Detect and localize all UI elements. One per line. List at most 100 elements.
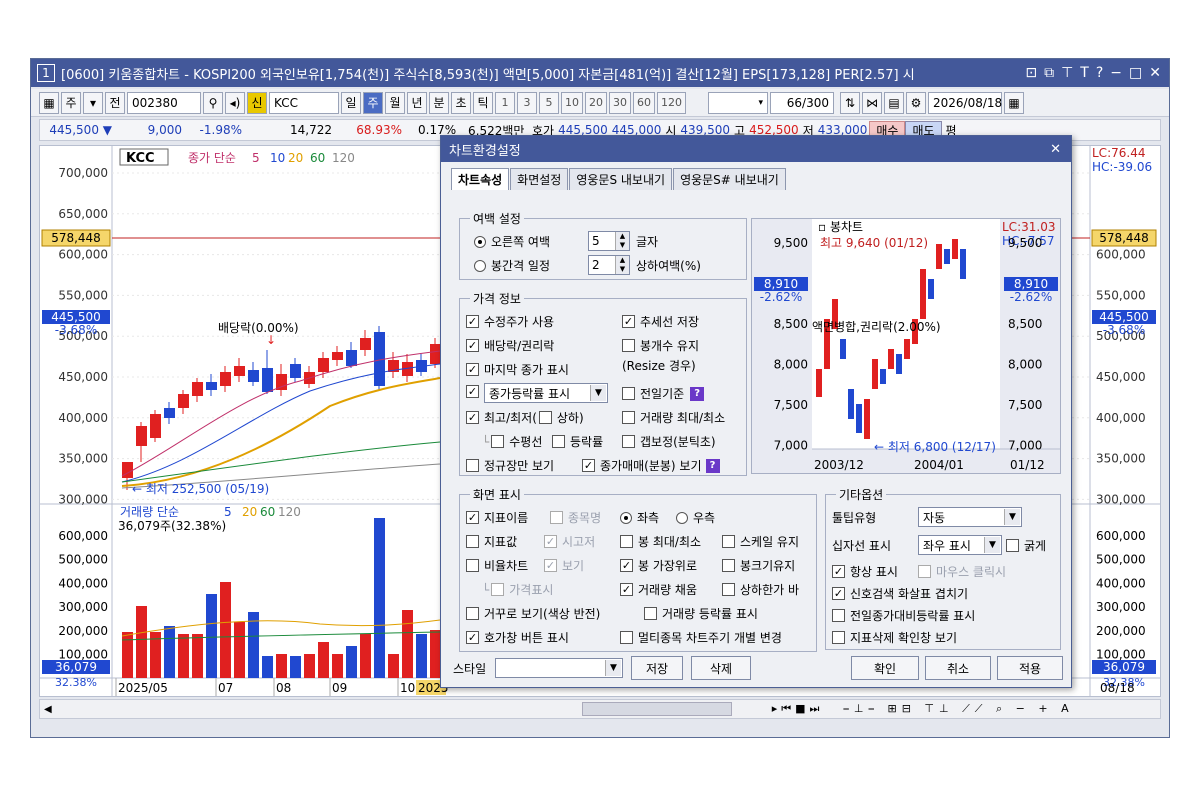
vol-max-checkbox[interactable]: 거래량 최대/최소 bbox=[622, 409, 725, 426]
apply-button[interactable]: 적용 bbox=[997, 656, 1063, 680]
limit-bar-checkbox[interactable]: 상하한가 바 bbox=[722, 581, 799, 598]
market-select[interactable]: 주 bbox=[61, 91, 81, 114]
checkbox-icon[interactable] bbox=[491, 583, 505, 596]
checkbox-icon[interactable] bbox=[622, 435, 635, 448]
minimize-icon[interactable]: − bbox=[1110, 65, 1122, 81]
left-radio[interactable]: 좌측 bbox=[620, 509, 659, 526]
scroll-left-icon[interactable]: ◀ bbox=[44, 704, 52, 715]
vol-fill-checkbox[interactable]: ✓ 거래량 채움 bbox=[620, 581, 697, 598]
checkbox-checked-icon[interactable]: ✓ bbox=[622, 315, 635, 328]
adj-price-checkbox[interactable]: ✓ 수정주가 사용 bbox=[466, 313, 554, 330]
multi-checkbox[interactable]: 멀티종목 차트주기 개별 변경 bbox=[620, 629, 782, 646]
zoom-controls[interactable]: ⎯⊥⎯ ⊞⊟ ⊤⊥ ⟋⟋ ⌕ − + A bbox=[843, 702, 1073, 716]
del-confirm-checkbox[interactable]: 지표삭제 확인창 보기 bbox=[832, 629, 957, 646]
spinner-arrows-icon[interactable]: ▲ ▼ bbox=[615, 232, 629, 250]
radio-on-icon[interactable] bbox=[474, 235, 486, 248]
checkbox-checked-icon[interactable]: ✓ bbox=[466, 315, 479, 328]
margin-right-spinner[interactable]: 5 ▲ ▼ bbox=[588, 231, 630, 251]
period-tick[interactable]: 틱 bbox=[473, 91, 493, 114]
chevron-down-icon[interactable]: ▼ bbox=[590, 385, 606, 401]
period-week[interactable]: 주 bbox=[363, 91, 383, 114]
chevron-down-icon[interactable]: ▾ bbox=[83, 91, 103, 114]
checkbox-checked-icon[interactable]: ✓ bbox=[466, 411, 479, 424]
view-checkbox[interactable]: ✓ 보기 bbox=[544, 557, 584, 574]
horizontal-checkbox[interactable]: └ 수평선 bbox=[482, 433, 542, 450]
always-checkbox[interactable]: ✓ 항상 표시 bbox=[832, 563, 898, 580]
checkbox-icon[interactable] bbox=[832, 609, 845, 622]
title-bar[interactable]: 1 [0600] 키움종합차트 - KOSPI200 외국인보유[1,754(천… bbox=[31, 59, 1169, 87]
keep-count-checkbox[interactable]: 봉개수 유지 bbox=[622, 337, 699, 354]
checkbox-icon[interactable] bbox=[466, 559, 479, 572]
margin-right-option[interactable]: 오른쪽 여백 bbox=[474, 233, 550, 250]
gear-icon[interactable]: ⚙ bbox=[906, 91, 926, 114]
calendar-icon[interactable]: ▦ bbox=[1004, 91, 1024, 114]
new-button[interactable]: 신 bbox=[247, 91, 267, 114]
interval-5[interactable]: 5 bbox=[539, 91, 559, 114]
reverse-checkbox[interactable]: 거꾸로 보기(색상 반전) bbox=[466, 605, 600, 622]
crosshair-select[interactable]: 좌우 표시 ▼ bbox=[918, 535, 1002, 555]
radio-on-icon[interactable] bbox=[620, 511, 632, 524]
close-icon[interactable]: ✕ bbox=[1050, 142, 1061, 157]
ind-value-checkbox[interactable]: 지표값 bbox=[466, 533, 517, 550]
tab-export-s-sharp[interactable]: 영웅문S# 내보내기 bbox=[673, 168, 786, 190]
regular-checkbox[interactable]: 정규장만 보기 bbox=[466, 457, 554, 474]
layout-icon[interactable]: ⊡ bbox=[1025, 65, 1037, 81]
tab-chart-props[interactable]: 차트속성 bbox=[451, 168, 510, 190]
checkbox-checked-icon[interactable]: ✓ bbox=[832, 587, 845, 600]
checkbox-icon[interactable] bbox=[466, 459, 479, 472]
rate-display-checkbox[interactable]: ✓ bbox=[466, 385, 484, 398]
ok-button[interactable]: 확인 bbox=[851, 656, 919, 680]
help-icon[interactable]: ? bbox=[1096, 65, 1103, 81]
gap-checkbox[interactable]: 갭보정(분틱초) bbox=[622, 433, 716, 450]
chart-settings-icon[interactable]: ⇅ bbox=[840, 91, 860, 114]
chevron-down-icon[interactable]: ▼ bbox=[984, 537, 1000, 553]
playback-controls[interactable]: ▸⏮■⏭ bbox=[772, 702, 824, 716]
rate-checkbox[interactable]: 등락률 bbox=[552, 433, 603, 450]
scroll-thumb[interactable] bbox=[581, 702, 732, 716]
maximize-icon[interactable]: □ bbox=[1129, 65, 1142, 81]
chevron-down-icon[interactable]: ▼ bbox=[1004, 509, 1020, 525]
checkbox-icon[interactable] bbox=[722, 559, 735, 572]
prev-vol-checkbox[interactable]: 전일종가대비등락률 표시 bbox=[832, 607, 975, 624]
dividend-checkbox[interactable]: ✓ 배당락/권리락 bbox=[466, 337, 554, 354]
checkbox-icon[interactable] bbox=[466, 535, 479, 548]
checkbox-checked-icon[interactable]: ✓ bbox=[832, 565, 845, 578]
checkbox-icon[interactable] bbox=[466, 607, 479, 620]
interval-60[interactable]: 60 bbox=[633, 91, 655, 114]
checkbox-checked-icon[interactable]: ✓ bbox=[466, 363, 479, 376]
count-input[interactable]: 66/300 bbox=[770, 91, 834, 114]
help-icon[interactable]: ? bbox=[705, 458, 720, 473]
delete-button[interactable]: 삭제 bbox=[691, 656, 751, 680]
checkbox-icon[interactable] bbox=[622, 339, 635, 352]
save-trend-checkbox[interactable]: ✓ 추세선 저장 bbox=[622, 313, 699, 330]
right-radio[interactable]: 우측 bbox=[676, 509, 715, 526]
scale-keep-checkbox[interactable]: 스케일 유지 bbox=[722, 533, 799, 550]
ohlc-checkbox[interactable]: ✓ 시고저 bbox=[544, 533, 595, 550]
bar-size-checkbox[interactable]: 봉크기유지 bbox=[722, 557, 795, 574]
copy-window-icon[interactable]: ⧉ bbox=[1044, 65, 1054, 81]
style-select[interactable]: ▼ bbox=[495, 658, 623, 678]
close-trade-checkbox[interactable]: ✓ 종가매매(분봉) 보기? bbox=[582, 457, 720, 474]
checkbox-checked-icon[interactable]: ✓ bbox=[466, 339, 479, 352]
period-month[interactable]: 월 bbox=[385, 91, 405, 114]
tab-export-s[interactable]: 영웅문S 내보내기 bbox=[569, 168, 673, 190]
custom-interval-select[interactable]: ▾ bbox=[708, 91, 768, 114]
checkbox-checked-icon[interactable]: ✓ bbox=[544, 535, 557, 548]
close-icon[interactable]: ✕ bbox=[1149, 65, 1161, 81]
period-day[interactable]: 일 bbox=[341, 91, 361, 114]
search-icon[interactable]: ⚲ bbox=[203, 91, 223, 114]
interval-20[interactable]: 20 bbox=[585, 91, 607, 114]
period-second[interactable]: 초 bbox=[451, 91, 471, 114]
checkbox-icon[interactable] bbox=[644, 607, 657, 620]
signal-checkbox[interactable]: ✓ 신호검색 화살표 겹치기 bbox=[832, 585, 968, 602]
checkbox-icon[interactable] bbox=[552, 435, 565, 448]
radio-off-icon[interactable] bbox=[474, 259, 486, 272]
hoga-btn-checkbox[interactable]: ✓ 호가창 버튼 표시 bbox=[466, 629, 569, 646]
save-button[interactable]: 저장 bbox=[631, 656, 683, 680]
checkbox-icon[interactable] bbox=[550, 511, 563, 524]
checkbox-checked-icon[interactable]: ✓ bbox=[620, 583, 633, 596]
period-minute[interactable]: 분 bbox=[429, 91, 449, 114]
pin-icon[interactable]: ⊤ bbox=[1061, 65, 1073, 81]
checkbox-checked-icon[interactable]: ✓ bbox=[582, 459, 595, 472]
high-low-checkbox[interactable]: ✓ 최고/최저(상하) bbox=[466, 409, 584, 426]
